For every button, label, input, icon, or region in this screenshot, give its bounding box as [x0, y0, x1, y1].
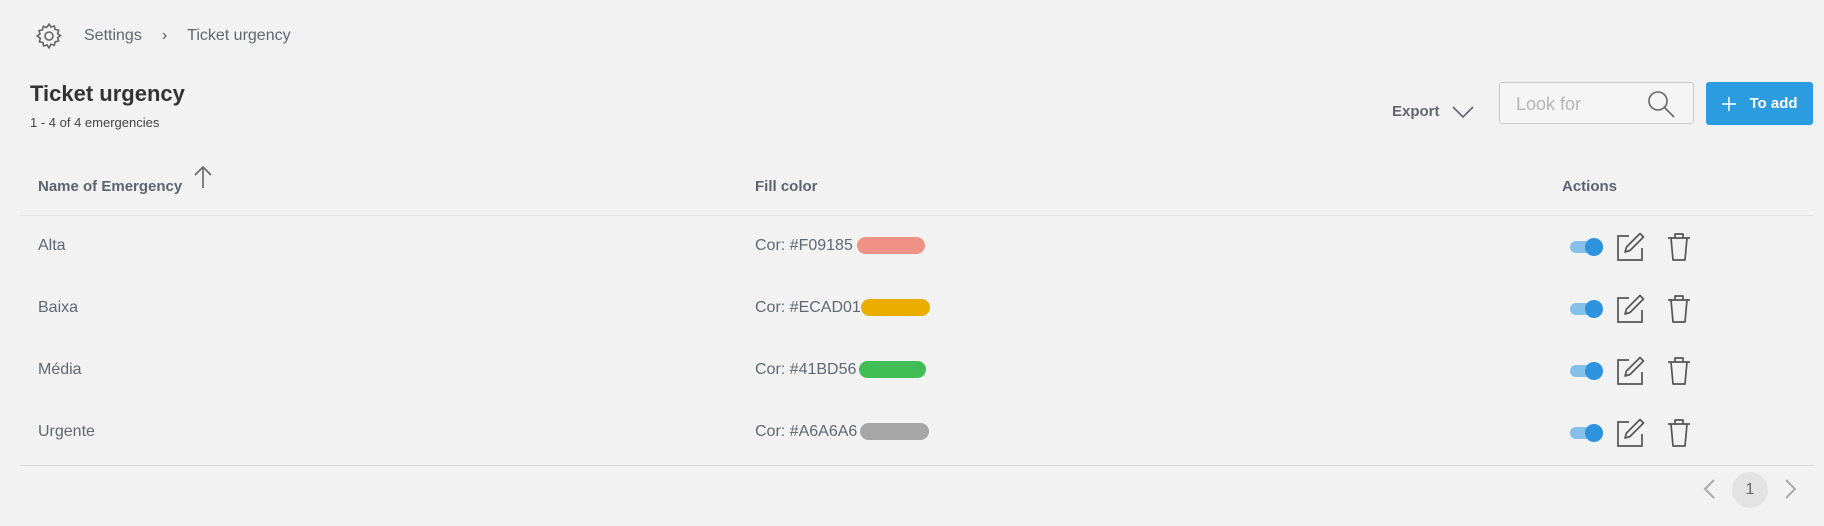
page-title: Ticket urgency — [30, 81, 185, 106]
table-bottom-divider — [20, 465, 1814, 466]
color-swatch — [861, 299, 930, 316]
export-dropdown[interactable]: Export — [1392, 103, 1474, 120]
breadcrumb-separator: › — [161, 27, 168, 44]
record-count: 1 - 4 of 4 emergencies — [30, 115, 160, 130]
breadcrumb-item-settings[interactable]: Settings — [84, 27, 142, 45]
plus-icon — [1722, 96, 1737, 111]
search-input[interactable] — [1514, 91, 1638, 117]
emergency-name: Baixa — [38, 299, 79, 316]
color-swatch — [860, 423, 929, 440]
trash-icon[interactable] — [1666, 294, 1692, 324]
chevron-right-icon[interactable] — [1784, 478, 1798, 500]
toggle-knob — [1585, 362, 1603, 380]
column-header-name[interactable]: Name of Emergency — [38, 178, 182, 195]
color-code: Cor: #F09185 — [755, 237, 853, 254]
sort-ascending-icon[interactable] — [192, 165, 214, 189]
color-code: Cor: #ECAD01 — [755, 299, 861, 316]
trash-icon[interactable] — [1666, 418, 1692, 448]
edit-icon[interactable] — [1615, 232, 1645, 262]
trash-icon[interactable] — [1666, 232, 1692, 262]
search-icon[interactable] — [1647, 90, 1675, 118]
active-toggle[interactable] — [1570, 295, 1603, 323]
emergency-name: Urgente — [38, 423, 95, 440]
chevron-down-icon — [1451, 105, 1474, 118]
color-swatch — [859, 361, 926, 378]
color-swatch — [857, 237, 925, 254]
export-label: Export — [1392, 103, 1440, 120]
add-button[interactable]: To add — [1706, 82, 1813, 125]
page-button[interactable]: 1 — [1732, 472, 1768, 508]
edit-icon[interactable] — [1615, 294, 1645, 324]
chevron-left-icon[interactable] — [1702, 478, 1716, 500]
toggle-knob — [1585, 238, 1603, 256]
toggle-knob — [1585, 424, 1603, 442]
edit-icon[interactable] — [1615, 356, 1645, 386]
add-button-label: To add — [1749, 95, 1798, 112]
column-header-actions: Actions — [1562, 178, 1618, 195]
active-toggle[interactable] — [1570, 233, 1603, 261]
breadcrumb: Settings › Ticket urgency — [34, 18, 291, 54]
color-code: Cor: #A6A6A6 — [755, 423, 858, 440]
column-header-fill-color: Fill color — [755, 178, 818, 195]
search-box — [1499, 82, 1694, 124]
emergency-name: Alta — [38, 237, 66, 254]
toggle-knob — [1585, 300, 1603, 318]
active-toggle[interactable] — [1570, 357, 1603, 385]
gear-icon[interactable] — [34, 21, 64, 51]
header-divider — [20, 215, 1814, 216]
active-toggle[interactable] — [1570, 419, 1603, 447]
edit-icon[interactable] — [1615, 418, 1645, 448]
emergency-name: Média — [38, 361, 82, 378]
trash-icon[interactable] — [1666, 356, 1692, 386]
color-code: Cor: #41BD56 — [755, 361, 857, 378]
breadcrumb-item-current: Ticket urgency — [187, 27, 291, 44]
